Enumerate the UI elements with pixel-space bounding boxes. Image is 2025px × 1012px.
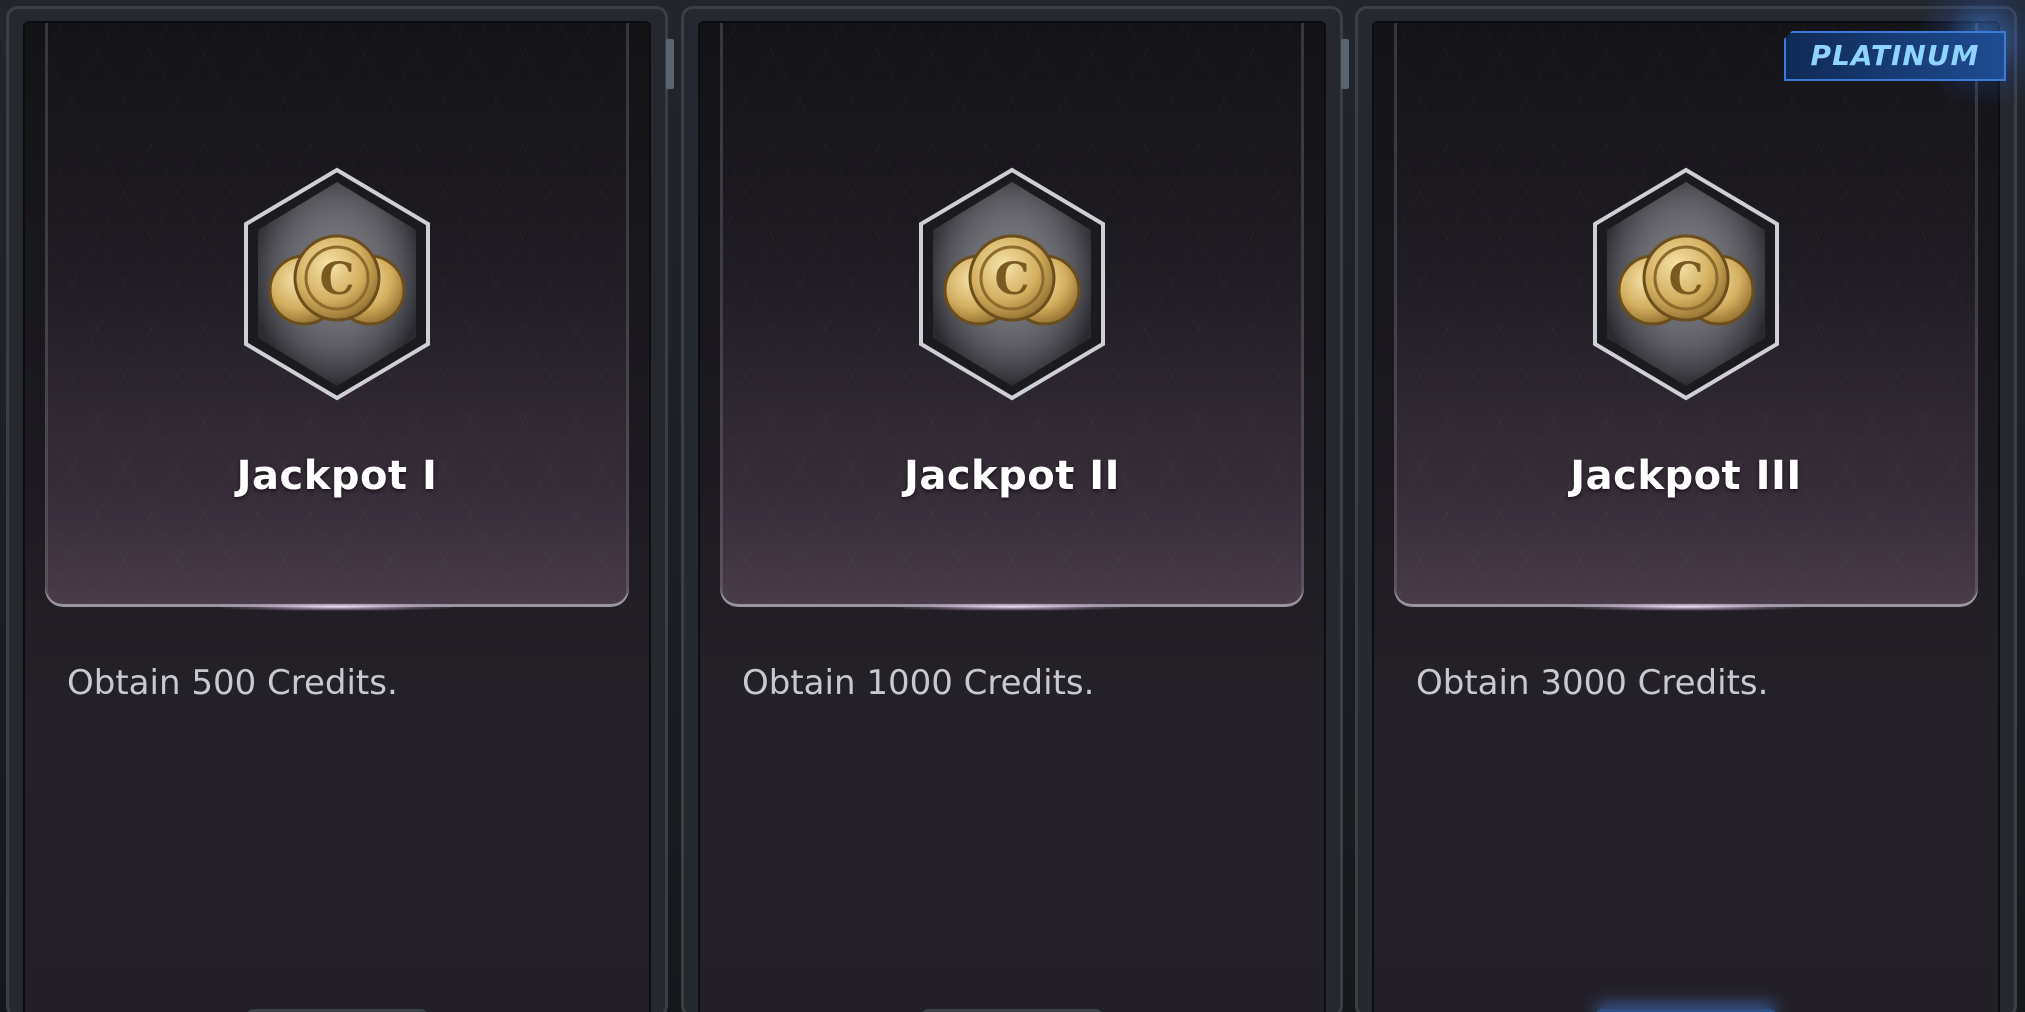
scroll-rail	[1341, 39, 1349, 89]
svg-text:C: C	[319, 254, 354, 305]
card-header-panel: C Jackpot I	[45, 23, 629, 611]
achievements-grid: C Jackpot I Obtain 500 Credits. C Jackpo…	[0, 0, 2025, 1012]
achievement-title: Jackpot I	[236, 453, 438, 499]
achievement-title: Jackpot II	[903, 453, 1121, 499]
achievement-description: Obtain 3000 Credits.	[1416, 663, 1769, 703]
achievement-card-jackpot-1[interactable]: C Jackpot I Obtain 500 Credits.	[6, 6, 674, 1012]
credits-coins-icon: C	[1591, 166, 1781, 402]
achievement-card-jackpot-2[interactable]: C Jackpot II Obtain 1000 Credits.	[681, 6, 1349, 1012]
svg-text:C: C	[1668, 254, 1703, 305]
credits-coins-icon: C	[242, 166, 432, 402]
achievement-description: Obtain 1000 Credits.	[742, 663, 1095, 703]
card-header-panel: C Jackpot II	[720, 23, 1304, 611]
scroll-rail	[666, 39, 674, 89]
achievement-card-jackpot-3[interactable]: C Jackpot III Obtain 3000 Credits. PLATI…	[1355, 0, 2025, 1012]
tier-badge-platinum: PLATINUM	[1784, 31, 2006, 81]
credits-coins-icon: C	[917, 166, 1107, 402]
card-header-panel: C Jackpot III	[1394, 23, 1978, 611]
achievement-title: Jackpot III	[1570, 453, 1802, 499]
card-body: C Jackpot II Obtain 1000 Credits.	[698, 21, 1326, 1012]
achievement-description: Obtain 500 Credits.	[67, 663, 398, 703]
card-body: C Jackpot III Obtain 3000 Credits.	[1372, 21, 2000, 1012]
card-body: C Jackpot I Obtain 500 Credits.	[23, 21, 651, 1012]
svg-text:C: C	[994, 254, 1029, 305]
